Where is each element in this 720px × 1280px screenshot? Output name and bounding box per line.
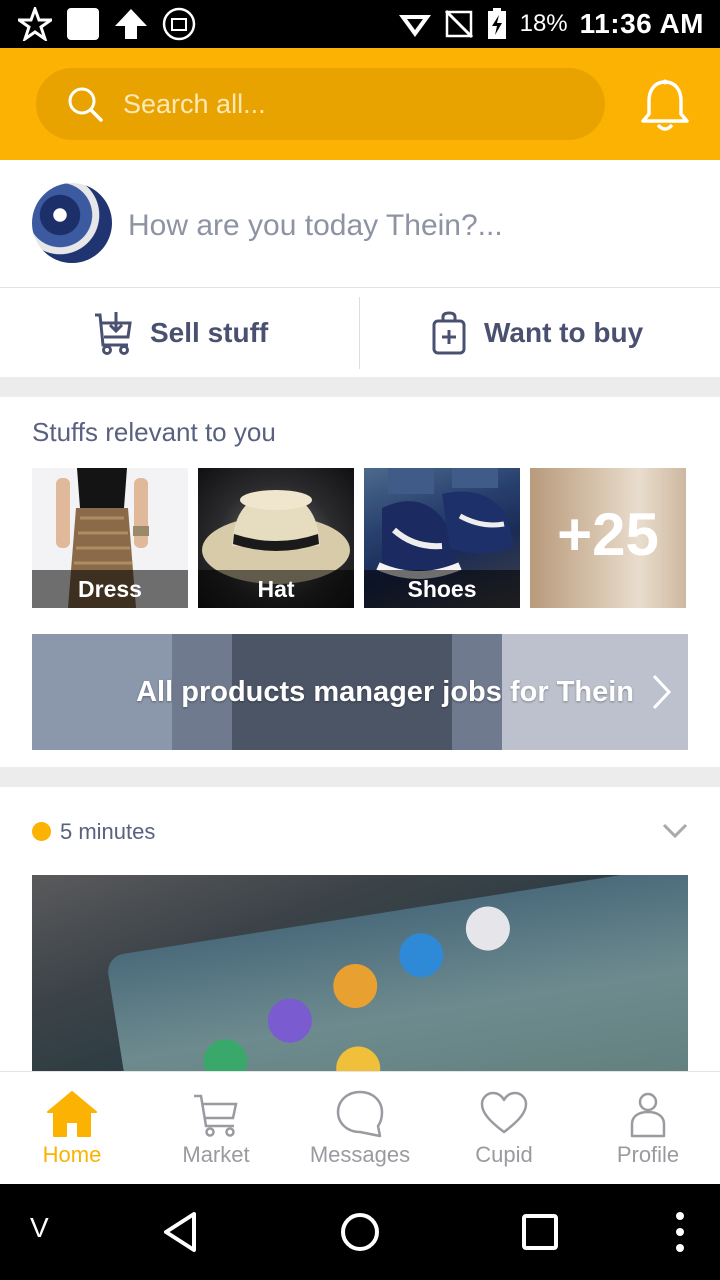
battery-percent: 18% [519,10,568,37]
banner-title: All products manager jobs for Thein [136,676,634,708]
nav-messages[interactable]: Messages [288,1072,432,1185]
tile-label: Hat [198,570,354,608]
category-tile-hat[interactable]: Hat [198,468,354,608]
jobs-banner[interactable]: All products manager jobs for Thein [32,634,688,750]
more-categories-tile[interactable]: +25 [530,468,686,608]
white-square-icon [67,8,99,40]
nav-home[interactable]: Home [0,1072,144,1185]
search-input[interactable]: Search all... [123,68,266,140]
app-icon [330,960,381,1012]
nav-market[interactable]: Market [144,1072,288,1185]
back-icon[interactable] [160,1210,200,1254]
nav-label: Cupid [475,1142,533,1167]
sell-stuff-label: Sell stuff [150,317,269,348]
search-bar[interactable]: Search all... [36,68,605,140]
section-separator [0,377,720,397]
relevant-section: Stuffs relevant to you Dress Hat Shoes +… [0,397,720,767]
photo-notification-icon [162,7,196,41]
recents-icon[interactable] [520,1212,560,1252]
heart-icon [480,1091,528,1134]
nav-label: Profile [616,1142,680,1167]
bell-icon[interactable] [638,78,692,134]
app-icon [396,930,447,981]
app-icon [333,1043,384,1071]
system-v-label[interactable]: V [30,1212,49,1244]
actions-divider [359,297,360,369]
home-icon [47,1091,97,1137]
more-options-icon[interactable] [674,1210,686,1254]
bottom-navigation: Home Market Messages Cupid Profile [0,1071,720,1184]
no-signal-icon [444,9,473,39]
feed-post: 5 minutes [0,787,720,1071]
want-to-buy-button[interactable]: Want to buy [432,289,643,377]
sell-stuff-button[interactable]: Sell stuff [94,289,268,377]
composer-prompt[interactable]: How are you today Thein?... [128,160,503,288]
phone-photo [105,875,688,1071]
search-icon [68,87,103,122]
want-to-buy-label: Want to buy [484,317,644,348]
nav-label: Market [182,1142,250,1167]
section-separator [0,767,720,787]
star-notification-icon [18,7,52,41]
app-icon [264,995,316,1046]
app-icon [200,1036,251,1071]
more-count: +25 [557,501,659,568]
wifi-icon [398,15,431,37]
cart-icon [194,1094,238,1137]
status-dot [32,822,51,841]
home-circle-icon[interactable] [338,1210,382,1254]
nav-label: Home [42,1142,102,1167]
quick-actions: Sell stuff Want to buy [0,289,720,377]
chevron-right-icon [652,674,672,710]
clock: 11:36 AM [579,8,704,39]
battery-charging-icon [487,8,506,39]
post-timestamp: 5 minutes [60,819,156,844]
tile-label: Shoes [364,570,520,608]
system-navigation-bar: V [0,1184,720,1280]
cart-download-icon [95,312,132,355]
chat-bubble-icon [336,1090,384,1138]
status-bar: 18% 11:36 AM [0,0,720,48]
notification-icons [18,6,196,42]
app-header: Search all... [0,48,720,160]
nav-profile[interactable]: Profile [576,1072,720,1185]
system-status: 18% 11:36 AM [398,0,704,48]
category-tile-dress[interactable]: Dress [32,468,188,608]
app-icon [462,903,514,954]
post-composer[interactable]: How are you today Thein?... [0,160,720,288]
section-title: Stuffs relevant to you [32,417,276,447]
chevron-down-icon[interactable] [662,823,688,839]
shopping-bag-plus-icon [432,311,466,355]
upload-arrow-icon [115,9,147,39]
avatar[interactable] [32,183,112,263]
post-image[interactable] [32,875,688,1071]
tile-label: Dress [32,570,188,608]
nav-label: Messages [309,1142,411,1167]
nav-cupid[interactable]: Cupid [432,1072,576,1185]
person-icon [630,1092,666,1138]
category-tile-shoes[interactable]: Shoes [364,468,520,608]
